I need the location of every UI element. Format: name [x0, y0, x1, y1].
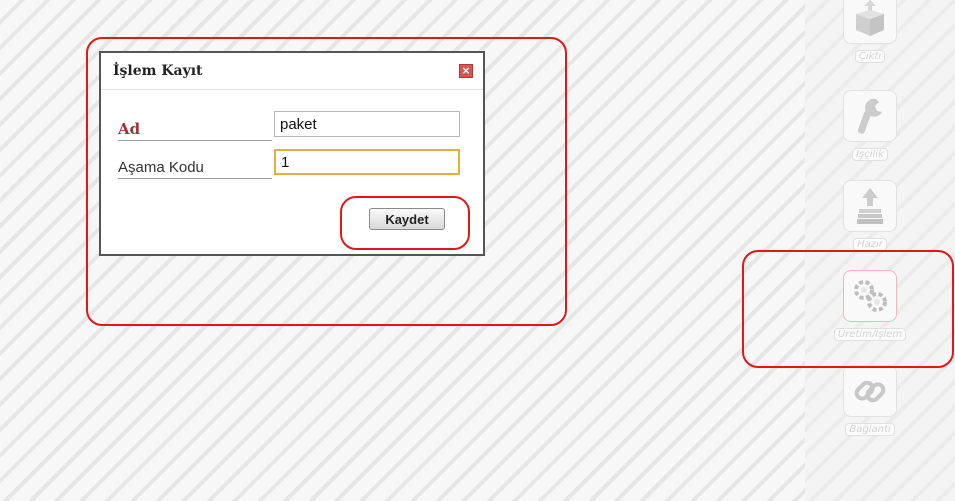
package-icon — [843, 0, 897, 44]
toolbar-label: Çıktı — [854, 50, 886, 63]
upload-stack-icon — [843, 180, 897, 232]
toolbar-label: İşçilik — [852, 148, 888, 161]
link-icon — [843, 365, 897, 417]
toolbar-item-baglanti[interactable]: Bağlantı — [825, 365, 915, 436]
toolbar-label: Bağlantı — [845, 423, 895, 436]
save-button-highlight — [340, 196, 470, 250]
toolbar-item-cikti[interactable]: Çıktı — [825, 0, 915, 63]
wrench-icon — [843, 90, 897, 142]
toolbar-highlight — [742, 250, 954, 368]
toolbar-item-hazir[interactable]: Hazır — [825, 180, 915, 251]
toolbar-item-iscilik[interactable]: İşçilik — [825, 90, 915, 161]
dialog-highlight — [86, 37, 567, 326]
